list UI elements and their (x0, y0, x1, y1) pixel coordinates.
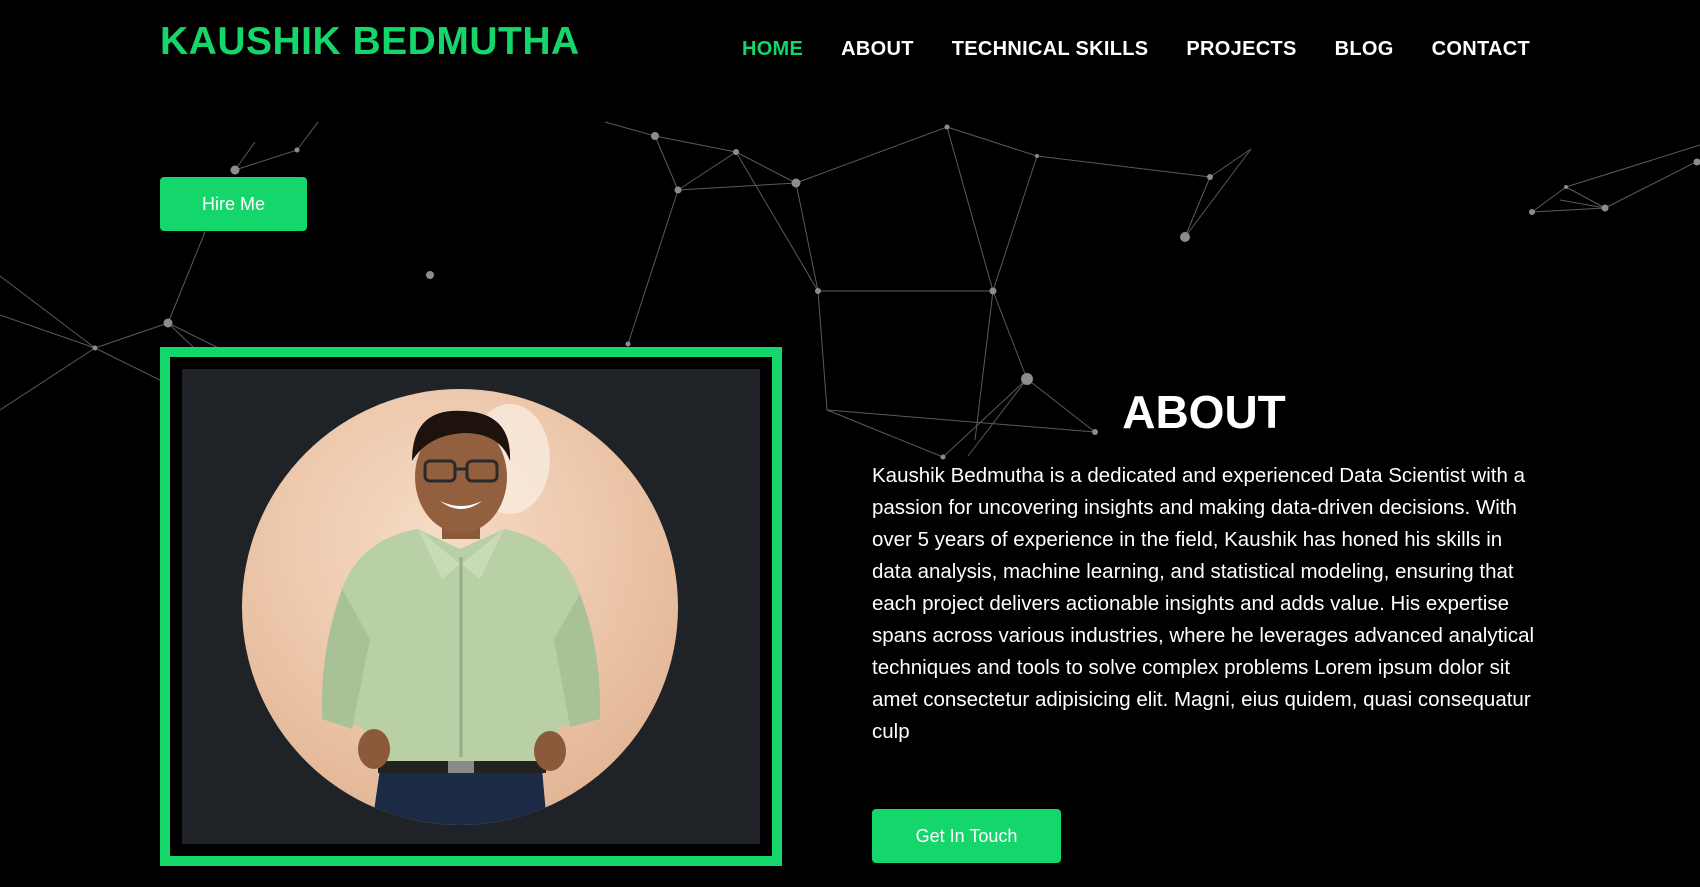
main-nav: HOME ABOUT TECHNICAL SKILLS PROJECTS BLO… (742, 38, 1530, 61)
profile-photo-panel (182, 369, 760, 844)
about-heading: ABOUT (1122, 386, 1286, 438)
nav-home[interactable]: HOME (742, 38, 803, 61)
nav-contact[interactable]: CONTACT (1432, 38, 1530, 61)
nav-blog[interactable]: BLOG (1335, 38, 1394, 61)
brand-logo[interactable]: KAUSHIK BEDMUTHA (160, 20, 580, 64)
person-illustration (321, 404, 601, 825)
profile-photo (242, 389, 678, 825)
profile-photo-frame (160, 347, 782, 866)
nav-projects[interactable]: PROJECTS (1186, 38, 1296, 61)
get-in-touch-button[interactable]: Get In Touch (872, 809, 1061, 863)
about-description: Kaushik Bedmutha is a dedicated and expe… (872, 464, 1535, 743)
nav-about[interactable]: ABOUT (841, 38, 914, 61)
page: KAUSHIK BEDMUTHA HOME ABOUT TECHNICAL SK… (0, 0, 1700, 887)
nav-technical-skills[interactable]: TECHNICAL SKILLS (952, 38, 1149, 61)
hire-me-button[interactable]: Hire Me (160, 177, 307, 231)
